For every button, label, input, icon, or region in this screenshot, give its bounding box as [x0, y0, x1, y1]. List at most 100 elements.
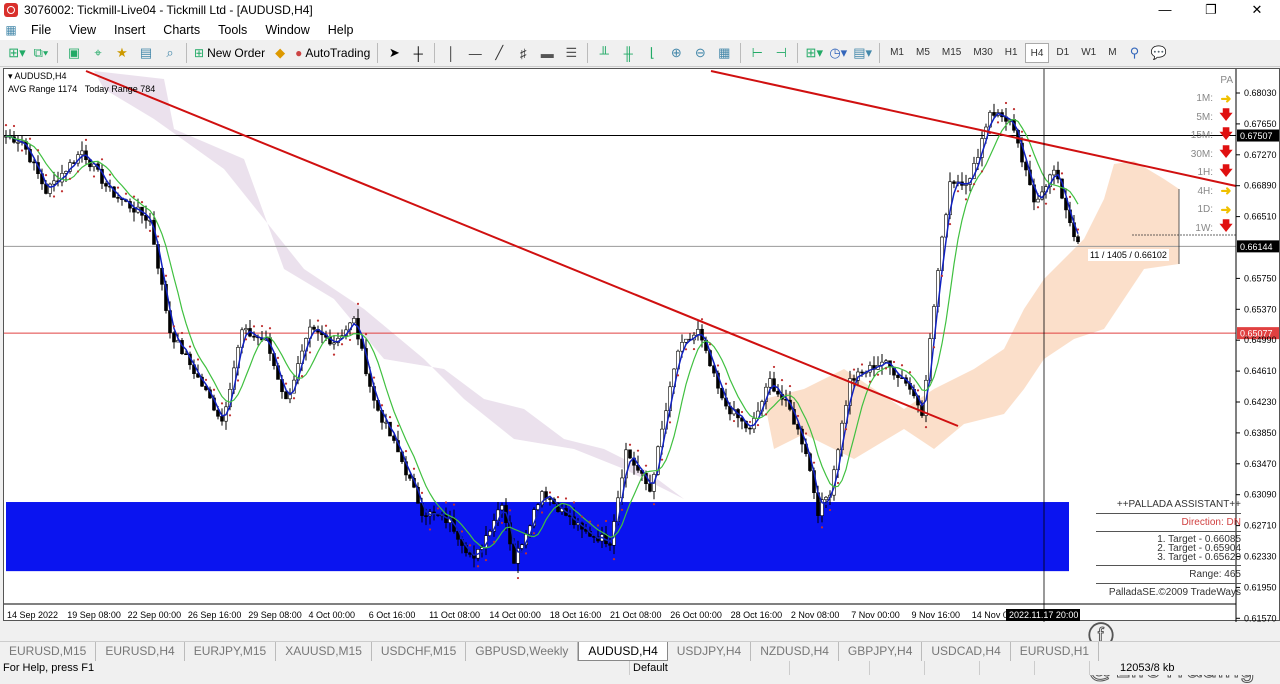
- chart-tabs: EURUSD,M15 EURUSD,H4 EURJPY,M15 XAUUSD,M15 U…: [0, 641, 1280, 661]
- sar-dot: [372, 376, 376, 379]
- tile-windows-icon[interactable]: ▦: [713, 42, 735, 64]
- autoscroll-icon[interactable]: ⊢: [746, 42, 768, 64]
- rectangle-icon[interactable]: ▬: [536, 42, 558, 64]
- sar-dot: [1036, 206, 1040, 209]
- price-tick-label: 0.64610: [1244, 366, 1277, 376]
- candle-body: [424, 515, 428, 517]
- sar-dot: [660, 458, 664, 461]
- candle-body: [684, 338, 688, 343]
- templates-icon[interactable]: ▤▾: [851, 42, 874, 64]
- menu-file[interactable]: File: [22, 23, 60, 37]
- sar-dot: [628, 443, 632, 446]
- price-chart[interactable]: 0.67507 0.66144 0.65077 0.68030 0.67650 0.672…: [3, 68, 1280, 622]
- menu-help[interactable]: Help: [319, 23, 363, 37]
- sar-dot: [44, 174, 48, 177]
- tf-m15[interactable]: M15: [937, 43, 966, 63]
- menu-view[interactable]: View: [60, 23, 105, 37]
- trendline-icon[interactable]: ╱: [488, 42, 510, 64]
- tf-m1[interactable]: M1: [885, 43, 909, 63]
- sar-dot: [500, 521, 504, 524]
- vertical-line-icon[interactable]: │: [440, 42, 462, 64]
- chart-tab[interactable]: EURUSD,H4: [96, 642, 185, 661]
- fibonacci-icon[interactable]: ♯: [512, 42, 534, 64]
- autotrading-button[interactable]: ● AutoTrading: [293, 42, 372, 64]
- chart-tab[interactable]: NZDUSD,H4: [751, 642, 839, 661]
- trendline-major[interactable]: [85, 70, 959, 427]
- tf-w1[interactable]: W1: [1076, 43, 1101, 63]
- time-tick-label: 14 Sep 2022: [7, 610, 58, 620]
- candlestick-icon[interactable]: ╫: [617, 42, 639, 64]
- new-order-button[interactable]: ⊞ New Order: [192, 42, 267, 64]
- menu-insert[interactable]: Insert: [105, 23, 154, 37]
- navigator-icon[interactable]: ★: [111, 42, 133, 64]
- tf-m5[interactable]: M5: [911, 43, 935, 63]
- sar-dot: [532, 532, 536, 535]
- sar-dot: [228, 414, 232, 417]
- crosshair-icon[interactable]: ┼: [407, 42, 429, 64]
- tf-m30[interactable]: M30: [968, 43, 997, 63]
- tf-mn[interactable]: M: [1103, 43, 1121, 63]
- cursor-icon[interactable]: ➤: [383, 42, 405, 64]
- zoom-in-icon[interactable]: ⊕: [665, 42, 687, 64]
- status-bar: For Help, press F1 Default 12053/8 kb: [0, 661, 1280, 675]
- sar-dot: [868, 380, 872, 383]
- toolbar: ⊞▾ ⧉▾ ▣ ⌖ ★ ▤ ⌕ ⊞ New Order ◆ ● AutoTradin…: [0, 40, 1280, 67]
- menu-window[interactable]: Window: [256, 23, 318, 37]
- data-window-icon[interactable]: ⌖: [87, 42, 109, 64]
- metaeditor-icon[interactable]: ◆: [269, 42, 291, 64]
- indicators-icon[interactable]: ⊞▾: [803, 42, 825, 64]
- line-chart-icon[interactable]: ⌊: [641, 42, 663, 64]
- title-bar: 3076002: Tickmill-Live04 - Tickmill Ltd …: [0, 0, 1280, 20]
- tf-h4[interactable]: H4: [1024, 43, 1050, 63]
- profiles-icon[interactable]: ⧉▾: [30, 42, 52, 64]
- menu-charts[interactable]: Charts: [154, 23, 209, 37]
- chart-tab[interactable]: AUDUSD,H4: [578, 642, 668, 661]
- candle-body: [352, 318, 356, 324]
- chart-tab[interactable]: XAUUSD,M15: [276, 642, 372, 661]
- chat-icon[interactable]: 💬: [1148, 42, 1170, 64]
- tf-h1[interactable]: H1: [1000, 43, 1023, 63]
- new-chart-icon[interactable]: ⊞▾: [6, 42, 28, 64]
- chart-tab[interactable]: EURUSD,M15: [0, 642, 97, 661]
- chart-canvas: 0.675070.661440.650770.680300.676500.672…: [4, 69, 1279, 622]
- tester-icon[interactable]: ⌕: [159, 42, 181, 64]
- chart-tab[interactable]: USDCAD,H4: [922, 642, 1011, 661]
- sar-dot: [260, 324, 264, 328]
- support-zone-rectangle[interactable]: [6, 502, 1069, 572]
- horizontal-line-icon[interactable]: —: [464, 42, 486, 64]
- market-watch-icon[interactable]: ▣: [63, 42, 85, 64]
- candle-body: [548, 498, 552, 500]
- chart-window-icon[interactable]: ▦: [0, 23, 22, 37]
- chart-tab[interactable]: GBPJPY,H4: [839, 642, 923, 661]
- chart-tab[interactable]: USDJPY,H4: [668, 642, 752, 661]
- text-icon[interactable]: ☰: [560, 42, 582, 64]
- sar-dot: [124, 192, 128, 195]
- pa-row: 5M: 🡇: [1173, 107, 1233, 127]
- search-icon[interactable]: ⚲: [1124, 42, 1146, 64]
- chart-tab[interactable]: USDCHF,M15: [372, 642, 467, 661]
- minimize-button[interactable]: —: [1142, 0, 1188, 20]
- restore-button[interactable]: ❐: [1188, 0, 1234, 20]
- chart-tab[interactable]: EURJPY,M15: [185, 642, 277, 661]
- sar-dot: [604, 519, 608, 523]
- close-button[interactable]: ✕: [1234, 0, 1280, 20]
- price-tick-label: 0.66510: [1244, 212, 1277, 222]
- bar-chart-icon[interactable]: ╨: [593, 42, 615, 64]
- pa-row: 1D: ➜: [1173, 201, 1233, 220]
- periods-icon[interactable]: ◷▾: [827, 42, 849, 64]
- menu-tools[interactable]: Tools: [209, 23, 256, 37]
- chart-tab[interactable]: GBPUSD,Weekly: [466, 642, 579, 661]
- candle-body: [172, 332, 176, 343]
- tf-d1[interactable]: D1: [1051, 43, 1074, 63]
- time-tick-label: 2 Nov 08:00: [791, 610, 840, 620]
- zoom-out-icon[interactable]: ⊖: [689, 42, 711, 64]
- chart-shift-icon[interactable]: ⊣: [770, 42, 792, 64]
- chart-tab[interactable]: EURUSD,H1: [1011, 642, 1100, 661]
- pa-row: 15M: 🡇: [1173, 126, 1233, 146]
- sar-dot: [4, 124, 8, 127]
- sar-dot: [292, 397, 296, 400]
- price-tick-label: 0.67650: [1244, 119, 1277, 129]
- sar-dot: [860, 363, 864, 366]
- time-tick-label: 26 Sep 16:00: [188, 610, 242, 620]
- terminal-icon[interactable]: ▤: [135, 42, 157, 64]
